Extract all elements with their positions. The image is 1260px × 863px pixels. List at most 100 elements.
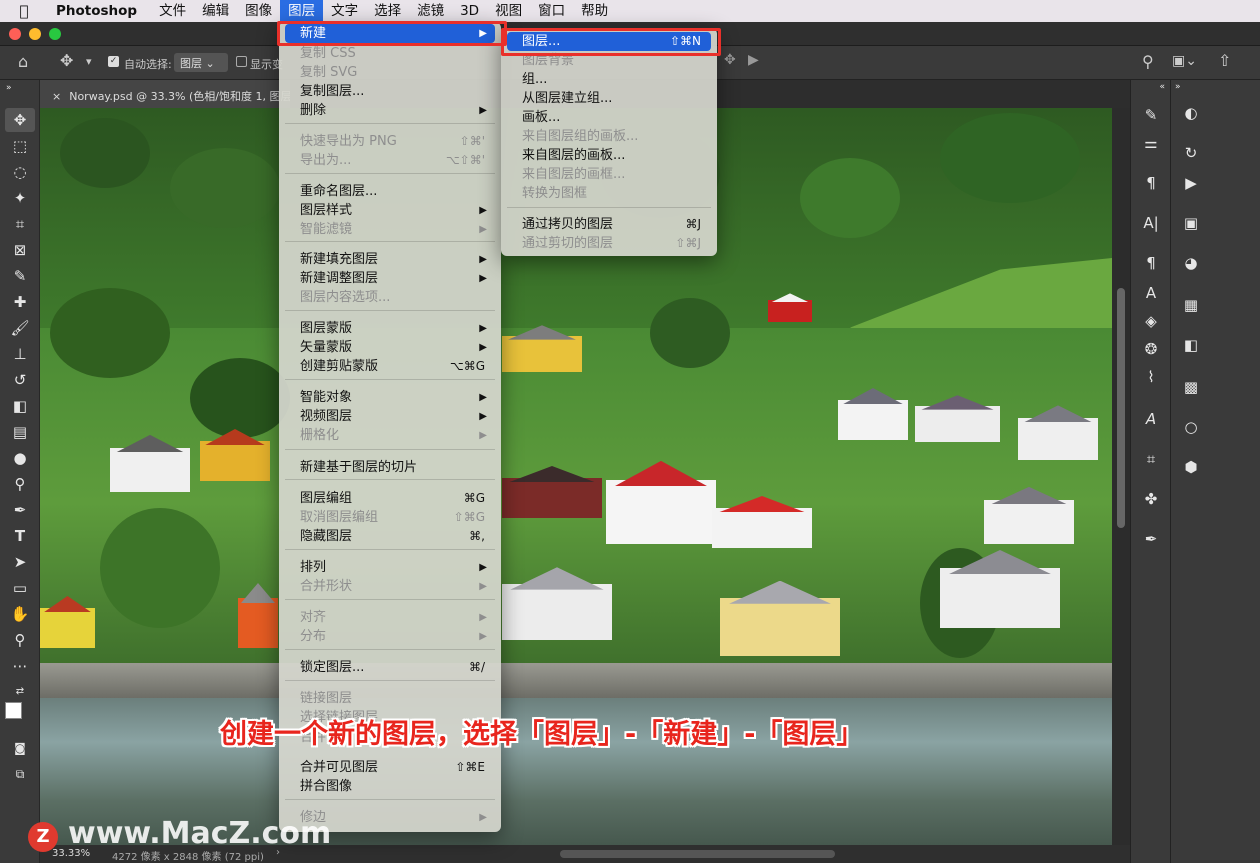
pen-tool-icon[interactable]: ✒ (0, 498, 40, 522)
paths-icon[interactable]: ⌇ (1131, 368, 1171, 386)
auto-select-checkbox[interactable]: ✓ (108, 56, 119, 67)
brush-presets-icon[interactable]: ⚌ (1131, 134, 1171, 152)
menu-item[interactable]: 重命名图层... (285, 182, 495, 201)
layers-icon[interactable]: ◈ (1131, 312, 1171, 330)
menu-type[interactable]: 文字 (323, 0, 366, 22)
brush-settings-icon[interactable]: ✎ (1131, 106, 1171, 124)
menu-item[interactable]: 图层蒙版 ▶ (285, 319, 495, 338)
menu-file[interactable]: 文件 (151, 0, 194, 22)
menu-item[interactable]: 智能对象 ▶ (285, 388, 495, 407)
more-tools-icon[interactable]: ⋯ (0, 654, 40, 678)
magic-wand-tool-icon[interactable]: ✦ (0, 186, 40, 210)
collapse-panel-icon[interactable]: » (0, 82, 40, 94)
paragraph-icon[interactable]: ¶ (1131, 174, 1171, 192)
adjustments-icon[interactable]: ◐ (1171, 104, 1211, 122)
puzzle-icon[interactable]: ✤ (1131, 490, 1171, 508)
patterns-icon[interactable]: ▩ (1171, 378, 1211, 396)
healing-brush-tool-icon[interactable]: ✚ (0, 290, 40, 314)
eyedropper-tool-icon[interactable]: ✎ (0, 264, 40, 288)
menu-layer[interactable]: 图层 (280, 0, 324, 22)
marquee-tool-icon[interactable]: ⬚ (0, 134, 40, 158)
workspace-icon[interactable]: ▣⌄ (1172, 53, 1197, 69)
app-menu[interactable]: Photoshop (48, 3, 145, 19)
foreground-color-swatch[interactable] (5, 702, 22, 719)
channels-icon[interactable]: ❂ (1131, 340, 1171, 358)
path-selection-tool-icon[interactable]: ➤ (0, 550, 40, 574)
menu-help[interactable]: 帮助 (573, 0, 616, 22)
menu-image[interactable]: 图像 (237, 0, 280, 22)
collapse-panel-icon[interactable]: » (1171, 82, 1211, 92)
menu-item[interactable]: 删除 ▶ (285, 101, 495, 120)
horizontal-scrollbar-thumb[interactable] (560, 850, 835, 858)
chevron-down-icon[interactable]: ▾ (86, 55, 92, 68)
menu-item[interactable]: 画板... (507, 108, 711, 127)
learn-icon[interactable]: ○ (1171, 418, 1211, 436)
3d-mode-icon[interactable]: ✥ (724, 52, 736, 68)
minimize-window-button[interactable] (29, 28, 41, 40)
menu-item[interactable]: 新建填充图层 ▶ (285, 250, 495, 269)
swap-colors-icon[interactable]: ⇄ (0, 680, 40, 704)
glyphs-icon[interactable]: A (1131, 410, 1171, 428)
gradient-tool-icon[interactable]: ▤ (0, 420, 40, 444)
blur-tool-icon[interactable]: ● (0, 446, 40, 470)
menu-item[interactable]: 合并可见图层 ⇧⌘E (285, 758, 495, 777)
menu-select[interactable]: 选择 (366, 0, 409, 22)
crop-tool-icon[interactable]: ⌗ (0, 212, 40, 236)
gradients-icon[interactable]: ◧ (1171, 336, 1211, 354)
share-icon[interactable]: ⇧ (1218, 51, 1231, 70)
brush-tool-icon[interactable]: 🖌 (0, 316, 40, 340)
zoom-tool-icon[interactable]: ⚲ (0, 628, 40, 652)
rectangle-tool-icon[interactable]: ▭ (0, 576, 40, 600)
close-window-button[interactable] (9, 28, 21, 40)
move-tool-icon[interactable]: ✥ (5, 108, 35, 132)
menu-item[interactable]: 组... (507, 70, 711, 89)
home-icon[interactable]: ⌂ (18, 52, 28, 71)
show-transform-checkbox[interactable] (236, 56, 247, 67)
scrollbar-thumb[interactable] (1117, 288, 1125, 528)
menu-view[interactable]: 视图 (487, 0, 530, 22)
collapse-panel-icon[interactable]: « (1131, 82, 1171, 92)
menu-item[interactable]: 视频图层 ▶ (285, 407, 495, 426)
menu-item[interactable]: 矢量蒙版 ▶ (285, 338, 495, 357)
menu-3d[interactable]: 3D (452, 0, 487, 22)
frame-tool-icon[interactable]: ⊠ (0, 238, 40, 262)
3d-icon[interactable]: ⬢ (1171, 458, 1211, 476)
history-icon[interactable]: ↻ (1171, 144, 1211, 162)
dodge-tool-icon[interactable]: ⚲ (0, 472, 40, 496)
auto-select-dropdown[interactable]: 图层 ⌄ (174, 53, 228, 72)
menu-item[interactable]: 新建基于图层的切片 (285, 458, 495, 477)
menu-item[interactable]: 锁定图层... ⌘/ (285, 658, 495, 677)
menu-edit[interactable]: 编辑 (194, 0, 237, 22)
menu-filter[interactable]: 滤镜 (409, 0, 452, 22)
menu-item[interactable]: 新建调整图层 ▶ (285, 269, 495, 288)
video-camera-icon[interactable]: ▶ (748, 52, 759, 68)
actions-icon[interactable]: ▶ (1171, 174, 1211, 192)
character-styles-icon[interactable]: A (1131, 284, 1171, 302)
move-tool-icon[interactable]: ✥ (60, 51, 73, 70)
hand-tool-icon[interactable]: ✋ (0, 602, 40, 626)
clone-stamp-tool-icon[interactable]: ⊥ (0, 342, 40, 366)
swatches-icon[interactable]: ▦ (1171, 296, 1211, 314)
menu-item[interactable]: 隐藏图层 ⌘, (285, 527, 495, 546)
menu-item[interactable]: 拼合图像 (285, 777, 495, 796)
quick-mask-icon[interactable]: ◙ (0, 736, 40, 760)
menu-window[interactable]: 窗口 (530, 0, 573, 22)
lasso-tool-icon[interactable]: ◌ (0, 160, 40, 184)
menu-item[interactable]: 图层样式 ▶ (285, 201, 495, 220)
menu-item[interactable]: 图层编组 ⌘G (285, 489, 495, 508)
search-icon[interactable]: ⚲ (1142, 52, 1154, 71)
menu-item[interactable]: 复制图层... (285, 82, 495, 101)
pen-icon[interactable]: ✒ (1131, 530, 1171, 548)
paragraph-styles-icon[interactable]: ¶ (1131, 254, 1171, 272)
color-icon[interactable]: ◕ (1171, 254, 1211, 272)
apple-icon[interactable]:  (0, 2, 48, 20)
vertical-scrollbar[interactable] (1112, 108, 1130, 845)
menu-item[interactable]: 通过拷贝的图层 ⌘J (507, 215, 711, 234)
menu-item[interactable]: 从图层建立组... (507, 89, 711, 108)
document-tab[interactable]: × Norway.psd @ 33.3% (色相/饱和度 1, 图层 (40, 80, 290, 108)
crop-icon[interactable]: ⌗ (1131, 450, 1171, 468)
close-tab-icon[interactable]: × (52, 90, 61, 103)
zoom-window-button[interactable] (49, 28, 61, 40)
type-tool-icon[interactable]: T (0, 524, 40, 548)
libraries-icon[interactable]: ▣ (1171, 214, 1211, 232)
